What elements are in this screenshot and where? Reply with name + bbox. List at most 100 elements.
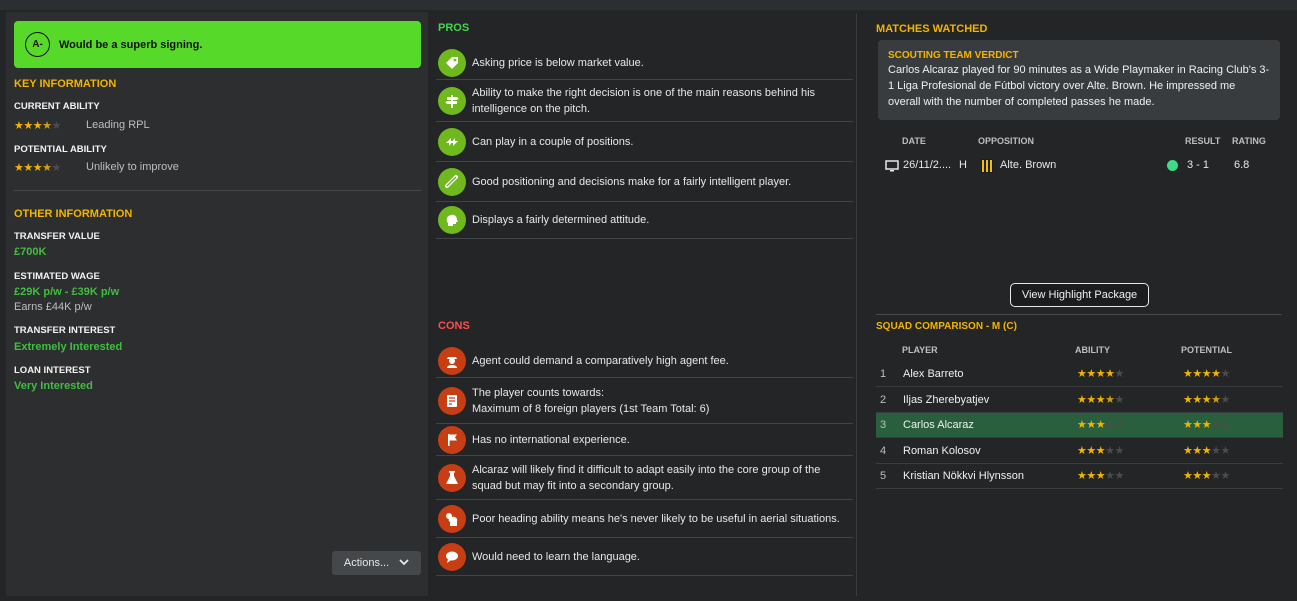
cons-item-text: Has no international experience. [472, 433, 630, 446]
agent-icon [438, 346, 466, 375]
squad-row[interactable]: 1 Alex Barreto ★★★★★ ★★★★★ [876, 362, 1283, 387]
price-tag-icon [438, 48, 466, 77]
result-win-icon [1167, 160, 1178, 171]
cons-item: Poor heading ability means he's never li… [436, 500, 853, 538]
star-full-icon: ★ [1201, 368, 1212, 380]
estimated-wage: £29K p/w - £39K p/w [14, 286, 120, 298]
star-empty-icon: ★ [1105, 470, 1115, 483]
matches-title: MATCHES WATCHED [876, 23, 988, 35]
match-result: 3 - 1 [1187, 159, 1210, 171]
tactics-board-icon [438, 167, 466, 196]
star-empty-icon: ★ [51, 162, 62, 174]
divider [14, 190, 421, 191]
col-ability: ABILITY [1075, 345, 1110, 355]
squad-row-number: 2 [880, 393, 887, 406]
star-full-icon: ★ [1192, 368, 1202, 380]
actions-button[interactable]: Actions... [332, 551, 421, 575]
star-half-icon: ★ [1211, 393, 1221, 406]
star-empty-icon: ★ [1114, 444, 1125, 457]
star-empty-icon: ★ [1220, 393, 1231, 406]
flask-icon [438, 463, 466, 492]
star-full-icon: ★ [1183, 444, 1193, 457]
star-empty-icon: ★ [1211, 470, 1221, 483]
squad-player-name[interactable]: Roman Kolosov [903, 445, 981, 457]
tv-icon [885, 160, 899, 175]
signpost-icon [438, 86, 466, 115]
star-full-icon: ★ [1095, 470, 1106, 483]
star-empty-icon: ★ [1114, 470, 1125, 483]
cons-item-text: Poor heading ability means he's never li… [472, 512, 840, 525]
cons-item-text: Agent could demand a comparatively high … [472, 354, 729, 367]
verdict-text: Would be a superb signing. [59, 38, 203, 51]
earns-value: Earns £44K p/w [14, 301, 92, 313]
star-full-icon: ★ [1183, 419, 1193, 432]
swap-arrows-icon [438, 127, 466, 156]
squad-ability-stars: ★★★★★ [1077, 393, 1124, 406]
transfer-value-label: TRANSFER VALUE [14, 231, 100, 242]
squad-player-name[interactable]: Kristian Nökkvi Hlynsson [903, 470, 1024, 482]
column-divider [856, 14, 857, 596]
squad-potential-stars: ★★★★★ [1183, 418, 1230, 431]
star-empty-icon: ★ [1220, 419, 1231, 432]
match-opposition[interactable]: Alte. Brown [1000, 159, 1056, 171]
star-full-icon: ★ [1105, 368, 1115, 380]
star-empty-icon: ★ [1114, 419, 1125, 432]
pros-item: Ability to make the right decision is on… [436, 80, 853, 122]
cons-item-text: Would need to learn the language. [472, 550, 640, 563]
star-full-icon: ★ [1077, 393, 1087, 406]
squad-row[interactable]: 3 Carlos Alcaraz ★★★★★ ★★★★★ [876, 413, 1283, 439]
squad-player-name[interactable]: Alex Barreto [903, 368, 964, 380]
match-row[interactable]: 26/11/2.... H Alte. Brown 3 - 1 6.8 [876, 155, 1280, 177]
star-half-icon: ★ [1105, 393, 1115, 406]
star-empty-icon: ★ [1220, 444, 1231, 457]
squad-potential-stars: ★★★★★ [1183, 367, 1230, 380]
squad-row[interactable]: 2 Iljas Zherebyatjev ★★★★★ ★★★★★ [876, 388, 1283, 413]
star-full-icon: ★ [1201, 393, 1212, 406]
cons-item: Has no international experience. [436, 424, 853, 456]
squad-player-name[interactable]: Carlos Alcaraz [903, 419, 974, 431]
star-full-icon: ★ [1183, 393, 1193, 406]
pros-item-text: Can play in a couple of positions. [472, 135, 634, 148]
match-date: 26/11/2.... [903, 159, 952, 171]
squad-potential-stars: ★★★★★ [1183, 444, 1230, 457]
squad-player-name[interactable]: Iljas Zherebyatjev [903, 394, 989, 406]
star-full-icon: ★ [1077, 470, 1087, 483]
speech-bubble-icon [438, 542, 466, 571]
col-potential: POTENTIAL [1181, 345, 1232, 355]
col-opposition: OPPOSITION [978, 136, 1035, 146]
head-icon [438, 206, 466, 234]
star-full-icon: ★ [1095, 393, 1106, 406]
pros-item-text: Good positioning and decisions make for … [472, 175, 792, 188]
cons-item: The player counts towards: Maximum of 8 … [436, 378, 853, 424]
current-ability-label: CURRENT ABILITY [14, 101, 100, 112]
star-empty-icon: ★ [1105, 444, 1115, 457]
star-full-icon: ★ [1192, 393, 1202, 406]
star-full-icon: ★ [23, 162, 33, 174]
col-player: PLAYER [902, 345, 938, 355]
squad-potential-stars: ★★★★★ [1183, 469, 1230, 482]
star-full-icon: ★ [1211, 368, 1221, 380]
club-crest-icon [981, 159, 993, 176]
estimated-wage-label: ESTIMATED WAGE [14, 271, 100, 282]
star-empty-icon: ★ [51, 120, 62, 132]
star-full-icon: ★ [1183, 470, 1193, 483]
star-half-icon: ★ [42, 162, 52, 174]
star-full-icon: ★ [14, 120, 24, 132]
cons-title: CONS [438, 320, 470, 332]
pros-item-text: Asking price is below market value. [472, 56, 644, 69]
squad-title: SQUAD COMPARISON - M (C) [876, 321, 1017, 332]
view-highlight-button[interactable]: View Highlight Package [1010, 283, 1149, 307]
squad-row-number: 3 [880, 419, 887, 432]
squad-row[interactable]: 5 Kristian Nökkvi Hlynsson ★★★★★ ★★★★★ [876, 464, 1283, 490]
pros-item-text: Displays a fairly determined attitude. [472, 214, 650, 226]
star-full-icon: ★ [1077, 368, 1087, 380]
squad-ability-stars: ★★★★★ [1077, 469, 1124, 482]
potential-ability-stars: ★ ★ ★ ★ ★ [14, 161, 61, 174]
left-panel: A- Would be a superb signing. KEY INFORM… [6, 12, 428, 596]
pros-title: PROS [438, 22, 470, 34]
star-half-icon: ★ [42, 120, 52, 132]
star-full-icon: ★ [32, 120, 43, 132]
squad-row[interactable]: 4 Roman Kolosov ★★★★★ ★★★★★ [876, 439, 1283, 464]
star-full-icon: ★ [1086, 470, 1096, 483]
current-ability-stars: ★ ★ ★ ★ ★ [14, 119, 61, 132]
